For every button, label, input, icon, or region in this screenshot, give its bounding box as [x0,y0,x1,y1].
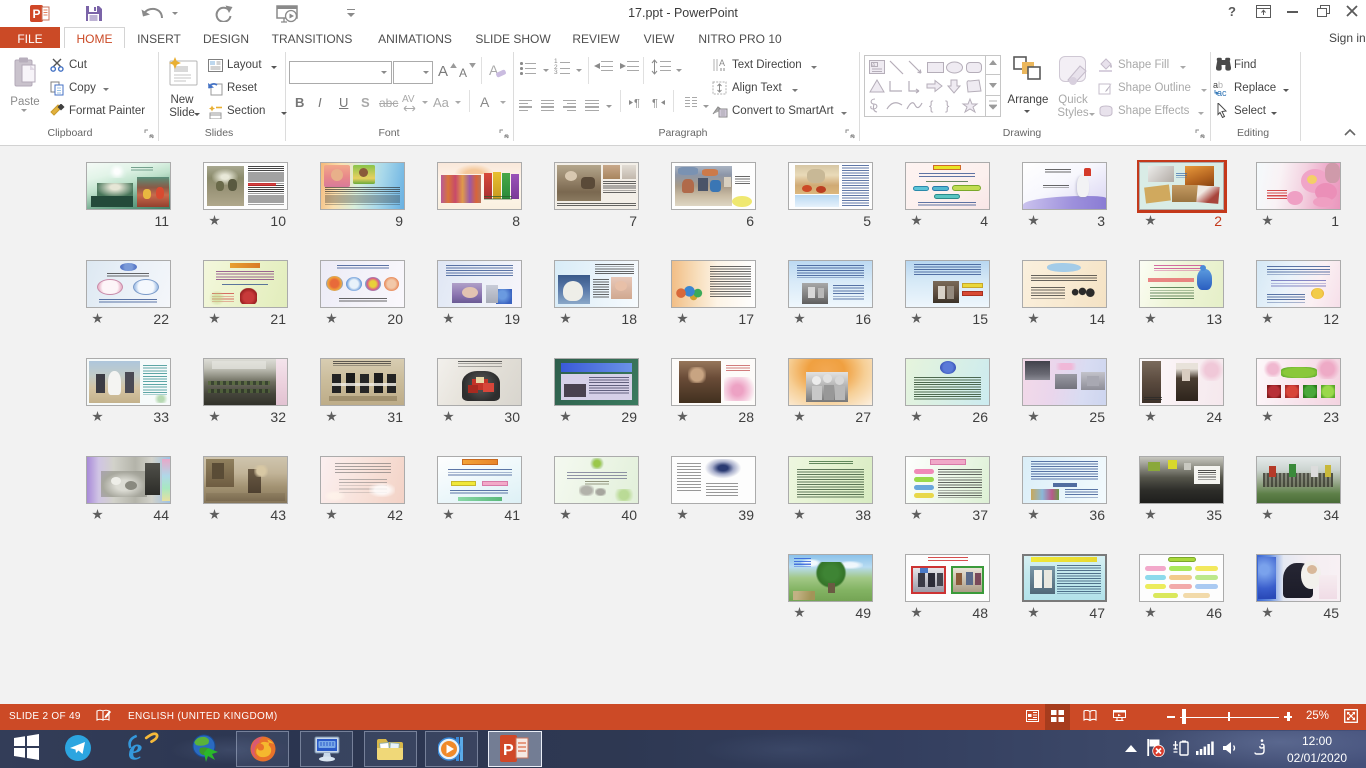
svg-text:{: { [929,98,934,113]
svg-text:¶: ¶ [634,98,640,109]
svg-text:}: } [945,98,950,113]
svg-text:A: A [719,58,725,68]
svg-text:ac: ac [1217,88,1227,97]
svg-text:¶: ¶ [652,98,658,109]
svg-text:P: P [503,742,514,759]
